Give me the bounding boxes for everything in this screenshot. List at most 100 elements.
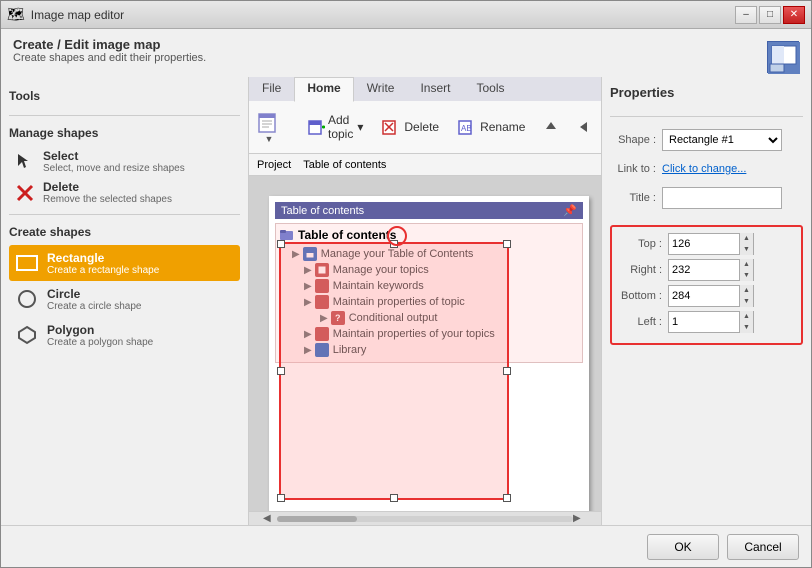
divider-right [610, 116, 803, 117]
left-spin-down[interactable]: ▼ [739, 322, 753, 333]
handle-bl [277, 494, 285, 502]
top-spin-down[interactable]: ▼ [739, 244, 753, 255]
handle-br [503, 494, 511, 502]
select-icon [13, 150, 37, 174]
main-area: Tools Manage shapes Select Select, move … [1, 77, 811, 525]
properties-title: Properties [610, 85, 803, 100]
add-topic-button[interactable]: Add topic ▾ [301, 109, 370, 145]
polygon-tool-name: Polygon [47, 323, 153, 337]
rectangle-icon [13, 249, 41, 277]
delete-tool[interactable]: Delete Remove the selected shapes [9, 177, 240, 208]
tab-write[interactable]: Write [354, 77, 408, 101]
left-spinners: ▲ ▼ [739, 311, 753, 333]
add-topic-label: Add topic [328, 113, 355, 141]
right-spinners: ▲ ▼ [739, 259, 753, 281]
doc-title-bar: Table of contents 📌 [275, 202, 583, 219]
delete-tool-name: Delete [43, 180, 172, 194]
polygon-tool[interactable]: Polygon Create a polygon shape [9, 317, 240, 353]
ribbon-project-icon: ▼ [257, 110, 281, 144]
rectangle-tool-desc: Create a rectangle shape [47, 265, 159, 276]
ribbon-tabs: File Home Write Insert Tools [249, 77, 601, 101]
rename-button[interactable]: AB Rename [450, 113, 532, 141]
delete-ribbon-label: Delete [404, 120, 439, 134]
title-bar: 🗺 Image map editor – □ ✕ [1, 1, 811, 29]
window-title: Image map editor [31, 8, 124, 22]
link-value[interactable]: Click to change... [662, 163, 746, 175]
delete-ribbon-button[interactable]: Delete [374, 113, 446, 141]
top-input-wrap: ▲ ▼ [668, 233, 754, 255]
title-label: Title : [610, 192, 662, 204]
header-icon [767, 41, 799, 73]
right-label: Right : [620, 264, 668, 276]
doc-pin-icon: 📌 [563, 204, 577, 217]
tab-tools[interactable]: Tools [463, 77, 517, 101]
right-input[interactable] [669, 260, 739, 280]
toc-item-3: ▶ Maintain properties of topic [280, 294, 578, 310]
handle-mr [503, 367, 511, 375]
scroll-right-btn[interactable]: ▶ [573, 513, 587, 524]
top-spin-up[interactable]: ▲ [739, 233, 753, 244]
toc-section: Table of contents ▶ Manage your Table of… [275, 223, 583, 363]
cancel-button[interactable]: Cancel [727, 534, 799, 560]
rectangle-tool[interactable]: Rectangle Create a rectangle shape [9, 245, 240, 281]
main-window: 🗺 Image map editor – □ ✕ Create / Edit i… [0, 0, 812, 568]
title-input[interactable] [662, 187, 782, 209]
toc-item-4: ▶ ? Conditional output [280, 310, 578, 326]
delete-ribbon-icon [381, 117, 401, 137]
delete-icon [13, 181, 37, 205]
circle-tool[interactable]: Circle Create a circle shape [9, 281, 240, 317]
right-spin-down[interactable]: ▼ [739, 270, 753, 281]
bottom-bar: OK Cancel [1, 525, 811, 567]
ok-button[interactable]: OK [647, 534, 719, 560]
breadcrumb-toc: Table of contents [303, 159, 386, 171]
ribbon: File Home Write Insert Tools [249, 77, 601, 176]
bottom-label: Bottom : [620, 290, 668, 302]
rectangle-tool-name: Rectangle [47, 251, 159, 265]
close-button[interactable]: ✕ [783, 6, 805, 24]
rename-icon: AB [457, 117, 477, 137]
toc-item-1: ▶ Manage your topics [280, 262, 578, 278]
circle-tool-desc: Create a circle shape [47, 301, 142, 312]
ribbon-breadcrumb: Project Table of contents [249, 153, 601, 175]
tab-home[interactable]: Home [294, 77, 353, 102]
bottom-input-wrap: ▲ ▼ [668, 285, 754, 307]
left-spin-up[interactable]: ▲ [739, 311, 753, 322]
tools-title: Tools [9, 89, 240, 103]
toc-header-label: Table of contents [298, 228, 396, 242]
coordinates-box: Top : ▲ ▼ Right : ▲ [610, 225, 803, 345]
maximize-button[interactable]: □ [759, 6, 781, 24]
scroll-thumb[interactable] [277, 516, 357, 522]
divider-1 [9, 115, 240, 116]
bottom-spinners: ▲ ▼ [739, 285, 753, 307]
right-spin-up[interactable]: ▲ [739, 259, 753, 270]
tab-file[interactable]: File [249, 77, 294, 101]
scroll-left-btn[interactable]: ◀ [263, 513, 277, 524]
toc-icon-2 [315, 279, 329, 293]
left-input[interactable] [669, 312, 739, 332]
top-spinners: ▲ ▼ [739, 233, 753, 255]
toc-item-0: ▶ Manage your Table of Contents [280, 246, 578, 262]
toc-item-2: ▶ Maintain keywords [280, 278, 578, 294]
tab-insert[interactable]: Insert [407, 77, 463, 101]
minimize-button[interactable]: – [735, 6, 757, 24]
top-input[interactable] [669, 234, 739, 254]
bottom-spin-up[interactable]: ▲ [739, 285, 753, 296]
nav-left-button[interactable] [570, 115, 600, 139]
circle-icon [13, 285, 41, 313]
horizontal-scrollbar[interactable]: ◀ ▶ [249, 511, 601, 525]
bottom-spin-down[interactable]: ▼ [739, 296, 753, 307]
title-prop-row: Title : [610, 187, 803, 209]
canvas-area[interactable]: Table of contents 📌 Table of contents [249, 176, 601, 511]
shape-select[interactable]: Rectangle #1 [662, 129, 782, 151]
toc-item-5: ▶ Maintain properties of your topics [280, 326, 578, 342]
header-subtext: Create shapes and edit their properties. [13, 52, 206, 64]
nav-up-button[interactable] [536, 115, 566, 139]
select-tool[interactable]: Select Select, move and resize shapes [9, 146, 240, 177]
circle-tool-name: Circle [47, 287, 142, 301]
select-tool-name: Select [43, 149, 185, 163]
shape-center-handle [387, 226, 407, 246]
bottom-input[interactable] [669, 286, 739, 306]
shape-prop-row: Shape : Rectangle #1 [610, 129, 803, 151]
toc-item-text-4: Conditional output [349, 312, 438, 324]
toc-icon-0 [303, 247, 317, 261]
